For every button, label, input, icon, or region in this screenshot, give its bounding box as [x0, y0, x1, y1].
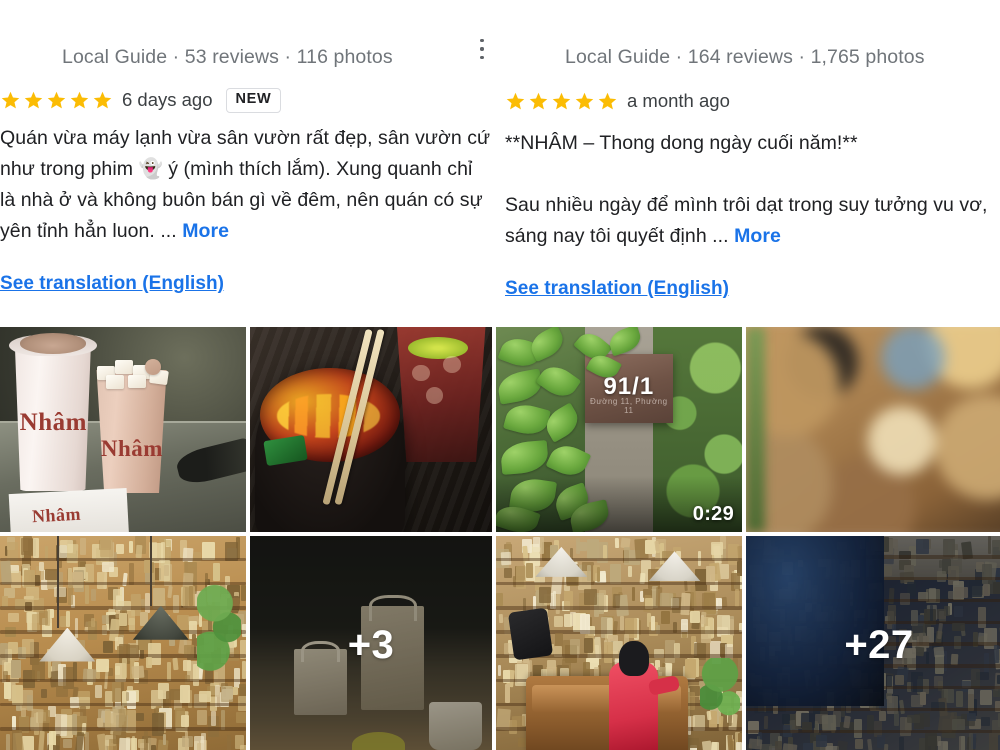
- photo-image: Nhâm Nhâm Nhâm: [0, 327, 246, 532]
- cup-brand-label: Nhâm: [100, 435, 163, 461]
- star-icon: [505, 91, 526, 112]
- review-card-right: Local Guide · 164 reviews · 1,765 photos…: [500, 0, 1000, 327]
- cup-brand-label: Nhâm: [19, 409, 87, 436]
- photo-gate-sign-video[interactable]: 91/1 Đường 11, Phường 11 0:29: [496, 327, 742, 532]
- star-icon: [0, 90, 21, 111]
- rating-row: 6 days ago NEW: [0, 88, 500, 113]
- review-time-ago: 6 days ago: [122, 89, 213, 111]
- star-icon: [551, 91, 572, 112]
- reviewer-meta: Local Guide · 164 reviews · 1,765 photos: [565, 46, 925, 68]
- more-link[interactable]: More: [182, 220, 229, 242]
- rating-row: a month ago: [505, 90, 1000, 112]
- star-icon: [597, 91, 618, 112]
- photo-grid: Nhâm Nhâm Nhâm 91/1 Đường 11, Phường 11 …: [0, 327, 1000, 750]
- review-text-line: Quán vừa máy lạnh vừa sân vườn rất đẹp, …: [0, 126, 491, 149]
- review-text-line: là nhà ở và không buôn bán gì về đêm, nê…: [0, 188, 483, 211]
- photo-image: [496, 536, 742, 750]
- review-text-tail: yên tỉnh hẳn luon. ...: [0, 219, 177, 242]
- photo-book-wall-blue[interactable]: +27: [746, 536, 1000, 750]
- review-text-line: như trong phim 👻 ý (mình thích lắm). Xun…: [0, 157, 473, 180]
- review-meta-row: Local Guide · 164 reviews · 1,765 photos: [503, 0, 1000, 68]
- photo-image: [250, 327, 492, 532]
- star-icon: [69, 90, 90, 111]
- photo-count-overlay: +27: [844, 622, 914, 667]
- star-icon: [528, 91, 549, 112]
- star-rating: [505, 91, 618, 112]
- review-text: **NHÂM – Thong dong ngày cuối năm!** Sau…: [505, 128, 988, 252]
- review-text-last-line: yên tỉnh hẳn luon. ... More: [0, 216, 486, 247]
- star-rating: [0, 90, 113, 111]
- photo-blurred-interior[interactable]: [746, 327, 1000, 532]
- photo-image: 91/1 Đường 11, Phường 11 0:29: [496, 327, 742, 532]
- photo-instant-noodles[interactable]: [250, 327, 492, 532]
- napkin-brand-label: Nhâm: [31, 503, 82, 527]
- photo-image: [0, 536, 246, 750]
- foliage-decoration: [496, 327, 742, 532]
- review-text-last-line: sáng nay tôi quyết định ... More: [505, 221, 985, 252]
- see-translation-link[interactable]: See translation (English): [505, 278, 1000, 300]
- video-duration-badge: 0:29: [692, 503, 734, 525]
- reviews-section: Local Guide · 53 reviews · 116 photos 6 …: [0, 0, 1000, 327]
- photo-drinks-nham[interactable]: Nhâm Nhâm Nhâm: [0, 327, 246, 532]
- star-icon: [574, 91, 595, 112]
- photo-count-overlay: +3: [347, 622, 395, 667]
- review-text-tail: sáng nay tôi quyết định ...: [505, 225, 729, 247]
- review-text-line: Sau nhiều ngày để mình trôi dạt trong su…: [505, 194, 988, 216]
- reviews-page: Local Guide · 53 reviews · 116 photos 6 …: [0, 0, 1000, 750]
- more-vert-icon[interactable]: [471, 36, 493, 62]
- photo-dark-counter[interactable]: +3: [250, 536, 492, 750]
- review-text-blank-line: [505, 159, 985, 190]
- review-time-ago: a month ago: [627, 90, 730, 111]
- review-meta-row: Local Guide · 53 reviews · 116 photos: [0, 0, 500, 68]
- new-badge: NEW: [225, 88, 282, 113]
- star-icon: [46, 90, 67, 111]
- photo-book-room-sofa[interactable]: [496, 536, 742, 750]
- photo-image: [746, 327, 1000, 532]
- review-text: Quán vừa máy lạnh vừa sân vườn rất đẹp, …: [0, 123, 491, 247]
- more-link[interactable]: More: [734, 225, 781, 247]
- reviewer-meta: Local Guide · 53 reviews · 116 photos: [62, 46, 393, 68]
- star-icon: [92, 90, 113, 111]
- review-text-title: **NHÂM – Thong dong ngày cuối năm!**: [505, 132, 858, 154]
- star-icon: [23, 90, 44, 111]
- photo-edge-strip: [746, 327, 765, 532]
- see-translation-link[interactable]: See translation (English): [0, 273, 500, 295]
- photo-book-wall-lamps[interactable]: [0, 536, 246, 750]
- review-card-left: Local Guide · 53 reviews · 116 photos 6 …: [0, 0, 500, 327]
